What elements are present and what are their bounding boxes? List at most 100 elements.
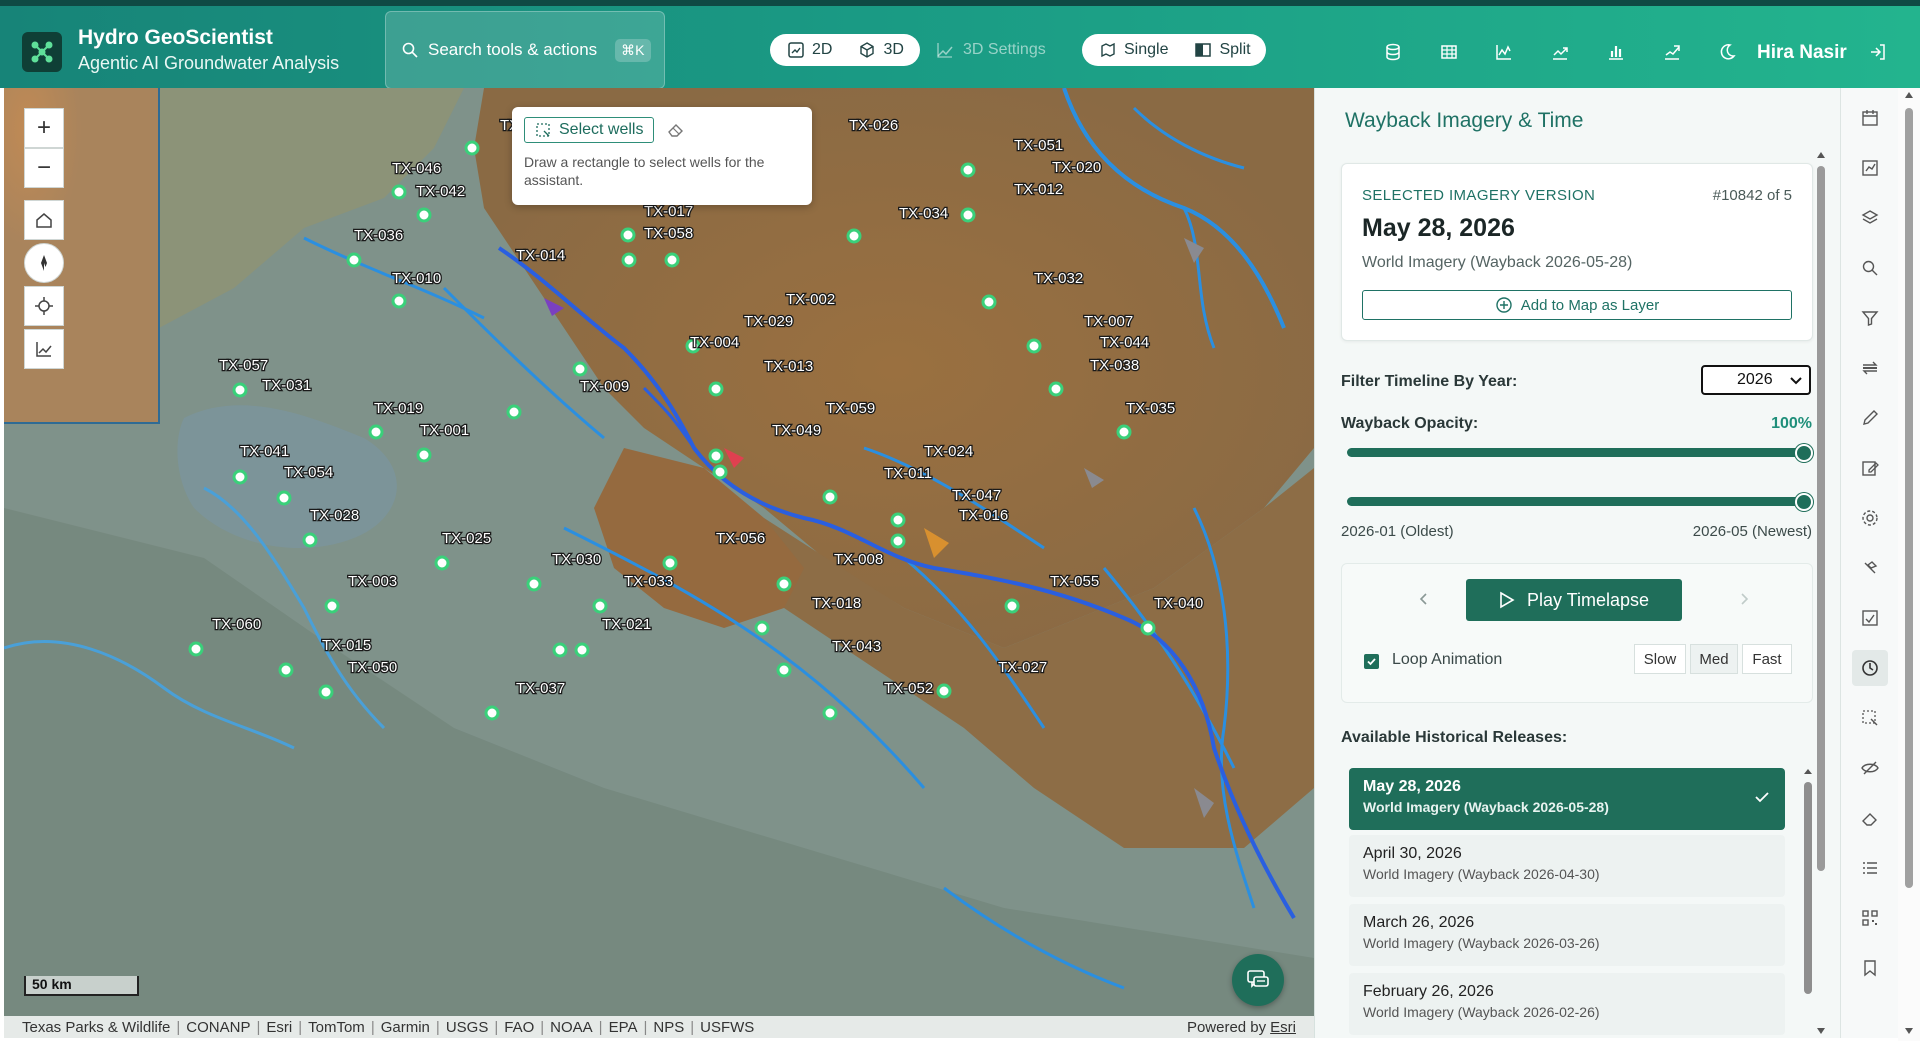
list-icon[interactable] (1852, 850, 1888, 886)
well-label[interactable]: TX-059 (825, 399, 877, 419)
well-marker[interactable] (574, 642, 590, 658)
well-marker[interactable] (506, 404, 522, 420)
well-marker[interactable] (960, 207, 976, 223)
well-label[interactable]: TX-038 (1089, 356, 1141, 376)
compass-button[interactable] (24, 243, 64, 283)
well-marker[interactable] (484, 705, 500, 721)
measure-button[interactable] (24, 329, 64, 369)
well-label[interactable]: TX-052 (883, 679, 935, 699)
well-label[interactable]: TX-047 (951, 486, 1003, 506)
releases-scrollbar[interactable] (1803, 768, 1813, 1038)
well-label[interactable]: TX-057 (218, 356, 270, 376)
well-label[interactable]: TX-060 (211, 615, 263, 635)
settings-icon[interactable] (1852, 500, 1888, 536)
well-label[interactable]: TX-037 (515, 679, 567, 699)
well-marker[interactable] (526, 576, 542, 592)
eraser-icon[interactable] (1852, 800, 1888, 836)
well-marker[interactable] (416, 207, 432, 223)
chat-assistant-button[interactable] (1232, 954, 1284, 1006)
well-label[interactable]: TX-054 (283, 463, 335, 483)
well-marker[interactable] (936, 683, 952, 699)
home-button[interactable] (24, 200, 64, 240)
pin-tool-icon[interactable] (1852, 550, 1888, 586)
next-button[interactable] (1734, 589, 1754, 609)
add-to-map-button[interactable]: Add to Map as Layer (1362, 290, 1792, 320)
database-icon[interactable] (1379, 38, 1407, 66)
speed-slow-button[interactable]: Slow (1634, 644, 1686, 674)
well-label[interactable]: TX-028 (309, 506, 361, 526)
well-marker[interactable] (278, 662, 294, 678)
well-marker[interactable] (776, 662, 792, 678)
loop-checkbox[interactable] (1364, 654, 1379, 669)
well-marker[interactable] (276, 490, 292, 506)
well-marker[interactable] (664, 252, 680, 268)
well-label[interactable]: TX-055 (1049, 572, 1101, 592)
well-label[interactable]: TX-040 (1153, 594, 1205, 614)
3d-settings-button[interactable]: 3D Settings (935, 34, 1046, 66)
well-label[interactable]: TX-013 (763, 357, 815, 377)
well-marker[interactable] (434, 555, 450, 571)
well-label[interactable]: TX-026 (848, 116, 900, 136)
release-item[interactable]: April 30, 2026 World Imagery (Wayback 20… (1349, 835, 1785, 897)
pencil-icon[interactable] (1852, 400, 1888, 436)
opacity-slider-handle[interactable] (1795, 444, 1813, 462)
well-label[interactable]: TX-007 (1083, 312, 1135, 332)
well-label[interactable]: TX-014 (515, 246, 567, 266)
bar-chart-icon[interactable] (1602, 38, 1630, 66)
edit-note-icon[interactable] (1852, 450, 1888, 486)
well-marker[interactable] (552, 642, 568, 658)
map-view[interactable]: TX-026 TX-051 TX-020 TX-012 TX-046 TX-042 TX-0… (4, 88, 1314, 1038)
release-item[interactable]: March 26, 2026 World Imagery (Wayback 20… (1349, 904, 1785, 966)
chart-check-icon[interactable] (1852, 600, 1888, 636)
well-marker[interactable] (822, 705, 838, 721)
well-label[interactable]: TX-019 (373, 399, 425, 419)
well-marker[interactable] (621, 252, 637, 268)
well-marker[interactable] (1116, 424, 1132, 440)
well-label[interactable]: TX-030 (551, 550, 603, 570)
well-marker[interactable] (846, 228, 862, 244)
view-2d-button[interactable]: 2D (778, 36, 841, 64)
speed-med-button[interactable]: Med (1690, 644, 1738, 674)
year-select[interactable]: 2026 (1701, 365, 1811, 395)
trend-chart-icon[interactable] (1546, 38, 1574, 66)
well-marker[interactable] (416, 447, 432, 463)
well-marker[interactable] (890, 512, 906, 528)
well-marker[interactable] (1026, 338, 1042, 354)
well-label[interactable]: TX-001 (419, 421, 471, 441)
well-marker[interactable] (346, 252, 362, 268)
user-name[interactable]: Hira Nasir (1757, 42, 1847, 64)
previous-button[interactable] (1414, 589, 1434, 609)
well-label[interactable]: TX-035 (1125, 399, 1177, 419)
well-label[interactable]: TX-049 (771, 421, 823, 441)
well-label[interactable]: TX-020 (1051, 158, 1103, 178)
well-marker[interactable] (302, 532, 318, 548)
well-marker[interactable] (572, 361, 588, 377)
well-label[interactable]: TX-046 (391, 159, 443, 179)
well-marker[interactable] (391, 184, 407, 200)
well-marker[interactable] (391, 293, 407, 309)
moon-icon[interactable] (1713, 38, 1741, 66)
eraser-icon[interactable] (666, 120, 686, 140)
split-view-button[interactable]: Split (1185, 36, 1259, 64)
bookmark-icon[interactable] (1852, 950, 1888, 986)
chart-edit-icon[interactable] (1852, 150, 1888, 186)
well-label[interactable]: TX-056 (715, 529, 767, 549)
well-marker[interactable] (708, 381, 724, 397)
well-label[interactable]: TX-042 (415, 182, 467, 202)
table-icon[interactable] (1435, 38, 1463, 66)
well-marker[interactable] (1140, 620, 1156, 636)
well-marker[interactable] (662, 555, 678, 571)
single-view-button[interactable]: Single (1090, 36, 1177, 64)
search-icon[interactable] (1852, 250, 1888, 286)
well-label[interactable]: TX-036 (353, 226, 405, 246)
calendar-icon[interactable] (1852, 100, 1888, 136)
well-marker[interactable] (981, 294, 997, 310)
well-marker[interactable] (708, 448, 724, 464)
well-label[interactable]: TX-009 (579, 377, 631, 397)
well-label[interactable]: TX-021 (601, 615, 653, 635)
well-label[interactable]: TX-032 (1033, 269, 1085, 289)
well-marker[interactable] (754, 620, 770, 636)
well-marker[interactable] (822, 489, 838, 505)
well-label[interactable]: TX-024 (923, 442, 975, 462)
timeline-slider[interactable] (1347, 497, 1813, 506)
